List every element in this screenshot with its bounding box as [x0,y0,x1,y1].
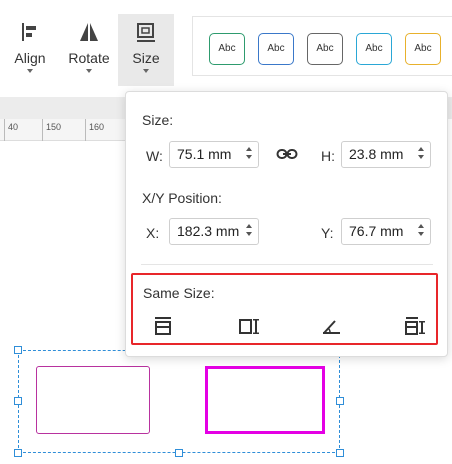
size-button[interactable]: Size [118,14,174,86]
y-spinner[interactable] [418,223,426,240]
height-spinner[interactable] [418,146,426,163]
resize-handle[interactable] [14,346,22,354]
resize-handle[interactable] [336,397,344,405]
size-heading: Size: [142,112,174,128]
same-angle-icon[interactable] [321,316,343,336]
rotate-button[interactable]: Rotate [62,14,116,86]
y-position-field[interactable]: 76.7 mm [341,218,431,245]
ruler-tick: 160 [85,119,104,141]
same-size-section: Same Size: [131,273,438,345]
height-label: H: [321,148,335,164]
y-value: 76.7 mm [349,223,404,239]
align-left-icon [22,23,36,41]
x-position-field[interactable]: 182.3 mm [169,218,259,245]
position-heading: X/Y Position: [142,190,222,206]
toolbar: Align Rotate Size Abc Abc Abc Abc Abc [0,0,452,97]
same-size-heading: Same Size: [143,285,215,301]
same-size-icon[interactable] [404,316,426,336]
rotate-dropdown-caret [86,69,92,73]
panel-divider [141,264,433,265]
selection-box [18,350,340,453]
style-swatch-5[interactable]: Abc [405,33,441,65]
size-panel: Size: W: 75.1 mm H: 23.8 mm X/Y Position… [125,91,448,357]
size-dropdown-caret [143,69,149,73]
same-width-icon[interactable] [152,316,174,336]
link-icon[interactable] [276,146,298,162]
x-spinner[interactable] [246,223,254,240]
width-field[interactable]: 75.1 mm [169,141,259,168]
width-spinner[interactable] [246,146,254,163]
width-label: W: [146,148,163,164]
style-swatch-4[interactable]: Abc [356,33,392,65]
align-label: Align [14,50,46,66]
x-label: X: [146,225,160,241]
align-dropdown-caret [27,69,33,73]
resize-handle[interactable] [14,449,22,457]
shape-style-gallery: Abc Abc Abc Abc Abc [192,16,452,76]
same-height-icon[interactable] [238,316,260,336]
style-swatch-3[interactable]: Abc [307,33,343,65]
height-value: 23.8 mm [349,146,404,162]
rotate-label: Rotate [68,50,110,66]
resize-handle[interactable] [336,449,344,457]
ruler-tick: 150 [42,119,61,141]
align-button[interactable]: Align [6,14,54,86]
y-label: Y: [321,225,334,241]
size-icon [137,23,155,42]
x-value: 182.3 mm [177,223,240,239]
style-swatch-2[interactable]: Abc [258,33,294,65]
height-field[interactable]: 23.8 mm [341,141,431,168]
size-label: Size [132,50,160,66]
resize-handle[interactable] [14,397,22,405]
flip-icon [80,23,98,41]
width-value: 75.1 mm [177,146,232,162]
horizontal-ruler: 40 150 160 [0,119,125,141]
ruler-tick: 40 [4,119,18,141]
style-swatch-1[interactable]: Abc [209,33,245,65]
resize-handle[interactable] [175,449,183,457]
